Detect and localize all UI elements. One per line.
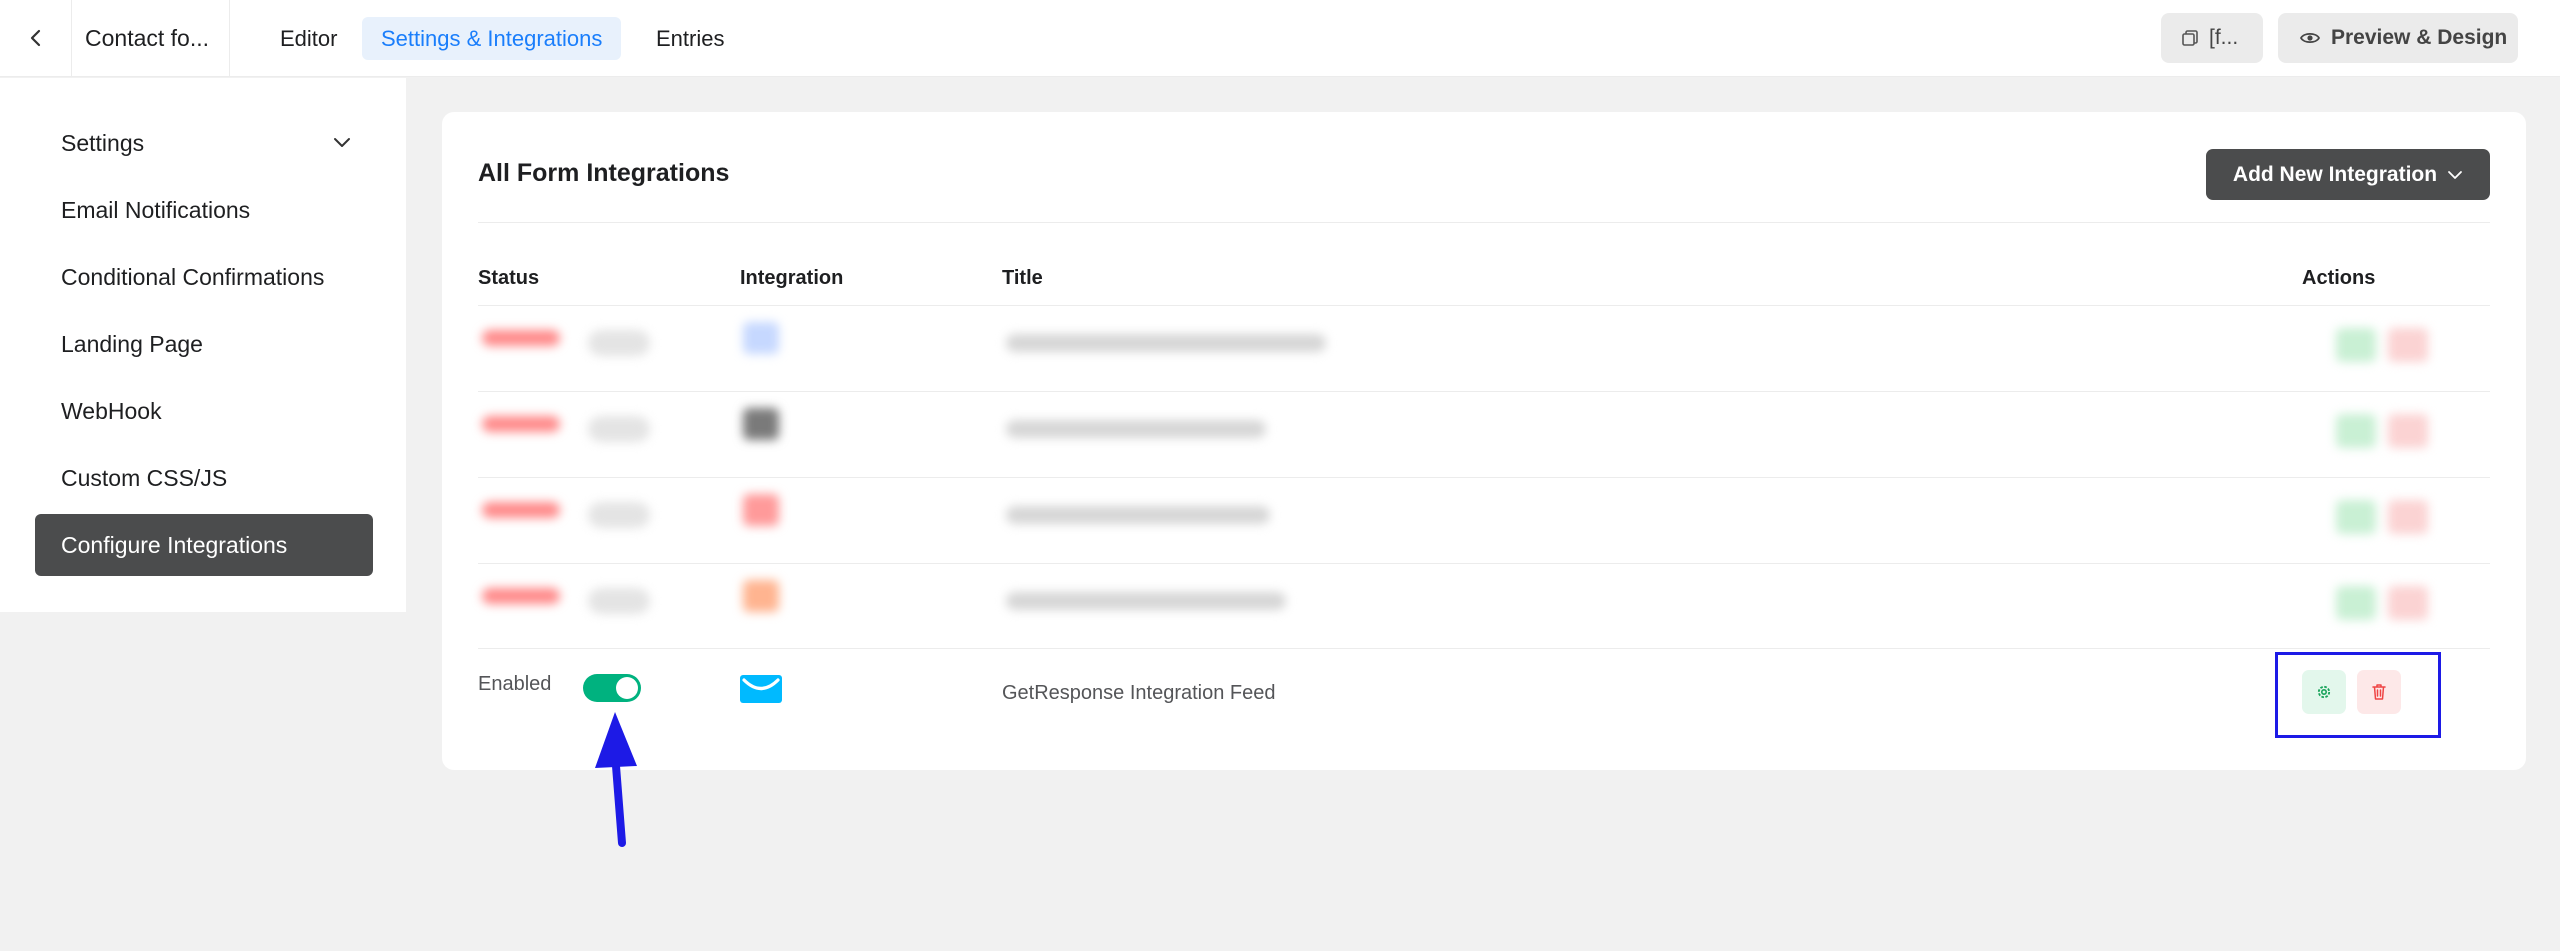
- arrow-annotation-icon: [595, 712, 637, 847]
- column-header-title: Title: [1002, 267, 1043, 289]
- sidebar-item-label: Landing Page: [61, 330, 203, 357]
- getresponse-envelope-icon: [740, 675, 782, 703]
- integrations-card: All Form Integrations Add New Integratio…: [442, 112, 2526, 770]
- sidebar-item-webhook[interactable]: WebHook: [35, 380, 373, 442]
- actions-highlight-box: [2275, 652, 2441, 738]
- table-row-blurred: [478, 392, 2490, 476]
- sidebar-item-label: Custom CSS/JS: [61, 464, 228, 491]
- sidebar-item-label: Conditional Confirmations: [61, 263, 325, 290]
- divider: [478, 222, 2490, 223]
- chevron-down-icon: [334, 138, 350, 147]
- chevron-left-icon: [30, 29, 40, 47]
- back-button[interactable]: [0, 0, 72, 76]
- sidebar-item-email-notifications[interactable]: Email Notifications: [35, 179, 373, 241]
- tab-entries[interactable]: Entries: [637, 17, 743, 60]
- shortcode-label: [f...: [2209, 26, 2239, 49]
- table-row-blurred: [478, 306, 2490, 390]
- status-label: Enabled: [478, 673, 552, 695]
- preview-design-button[interactable]: Preview & Design: [2278, 13, 2518, 63]
- sidebar-item-settings[interactable]: Settings: [35, 112, 373, 174]
- form-name[interactable]: Contact fo...: [72, 0, 230, 76]
- tab-settings-integrations[interactable]: Settings & Integrations: [362, 17, 622, 60]
- page-title: All Form Integrations: [478, 159, 730, 187]
- sidebar-item-landing-page[interactable]: Landing Page: [35, 313, 373, 375]
- chevron-down-icon: [2448, 170, 2462, 179]
- column-header-integration: Integration: [740, 267, 844, 289]
- column-header-actions: Actions: [2302, 267, 2376, 289]
- add-new-integration-label: Add New Integration: [2232, 162, 2438, 186]
- preview-design-label: Preview & Design: [2331, 26, 2508, 49]
- table-row-blurred: [478, 478, 2490, 562]
- top-bar: Contact fo... Editor Settings & Integrat…: [0, 0, 2560, 77]
- eye-icon: [2300, 32, 2320, 44]
- sidebar-item-label: Email Notifications: [61, 196, 251, 223]
- copy-icon: [2182, 30, 2198, 46]
- sidebar-item-conditional-confirmations[interactable]: Conditional Confirmations: [35, 246, 373, 308]
- sidebar-item-configure-integrations[interactable]: Configure Integrations: [35, 514, 373, 576]
- sidebar-item-label: Configure Integrations: [61, 531, 288, 558]
- sidebar-item-custom-css-js[interactable]: Custom CSS/JS: [35, 447, 373, 509]
- integration-feed-title: GetResponse Integration Feed: [1002, 682, 1276, 704]
- table-row-blurred: [478, 564, 2490, 648]
- sidebar-item-label: Settings: [61, 129, 145, 156]
- column-header-status: Status: [478, 267, 540, 289]
- row-divider: [478, 648, 2490, 649]
- toggle-knob: [616, 677, 638, 699]
- sidebar-item-label: WebHook: [61, 397, 162, 424]
- settings-sidebar: Settings Email Notifications Conditional…: [0, 78, 406, 612]
- shortcode-button[interactable]: [f...: [2161, 13, 2263, 63]
- add-new-integration-button[interactable]: Add New Integration: [2206, 149, 2490, 200]
- status-toggle[interactable]: [583, 674, 641, 702]
- tab-editor[interactable]: Editor: [261, 17, 356, 60]
